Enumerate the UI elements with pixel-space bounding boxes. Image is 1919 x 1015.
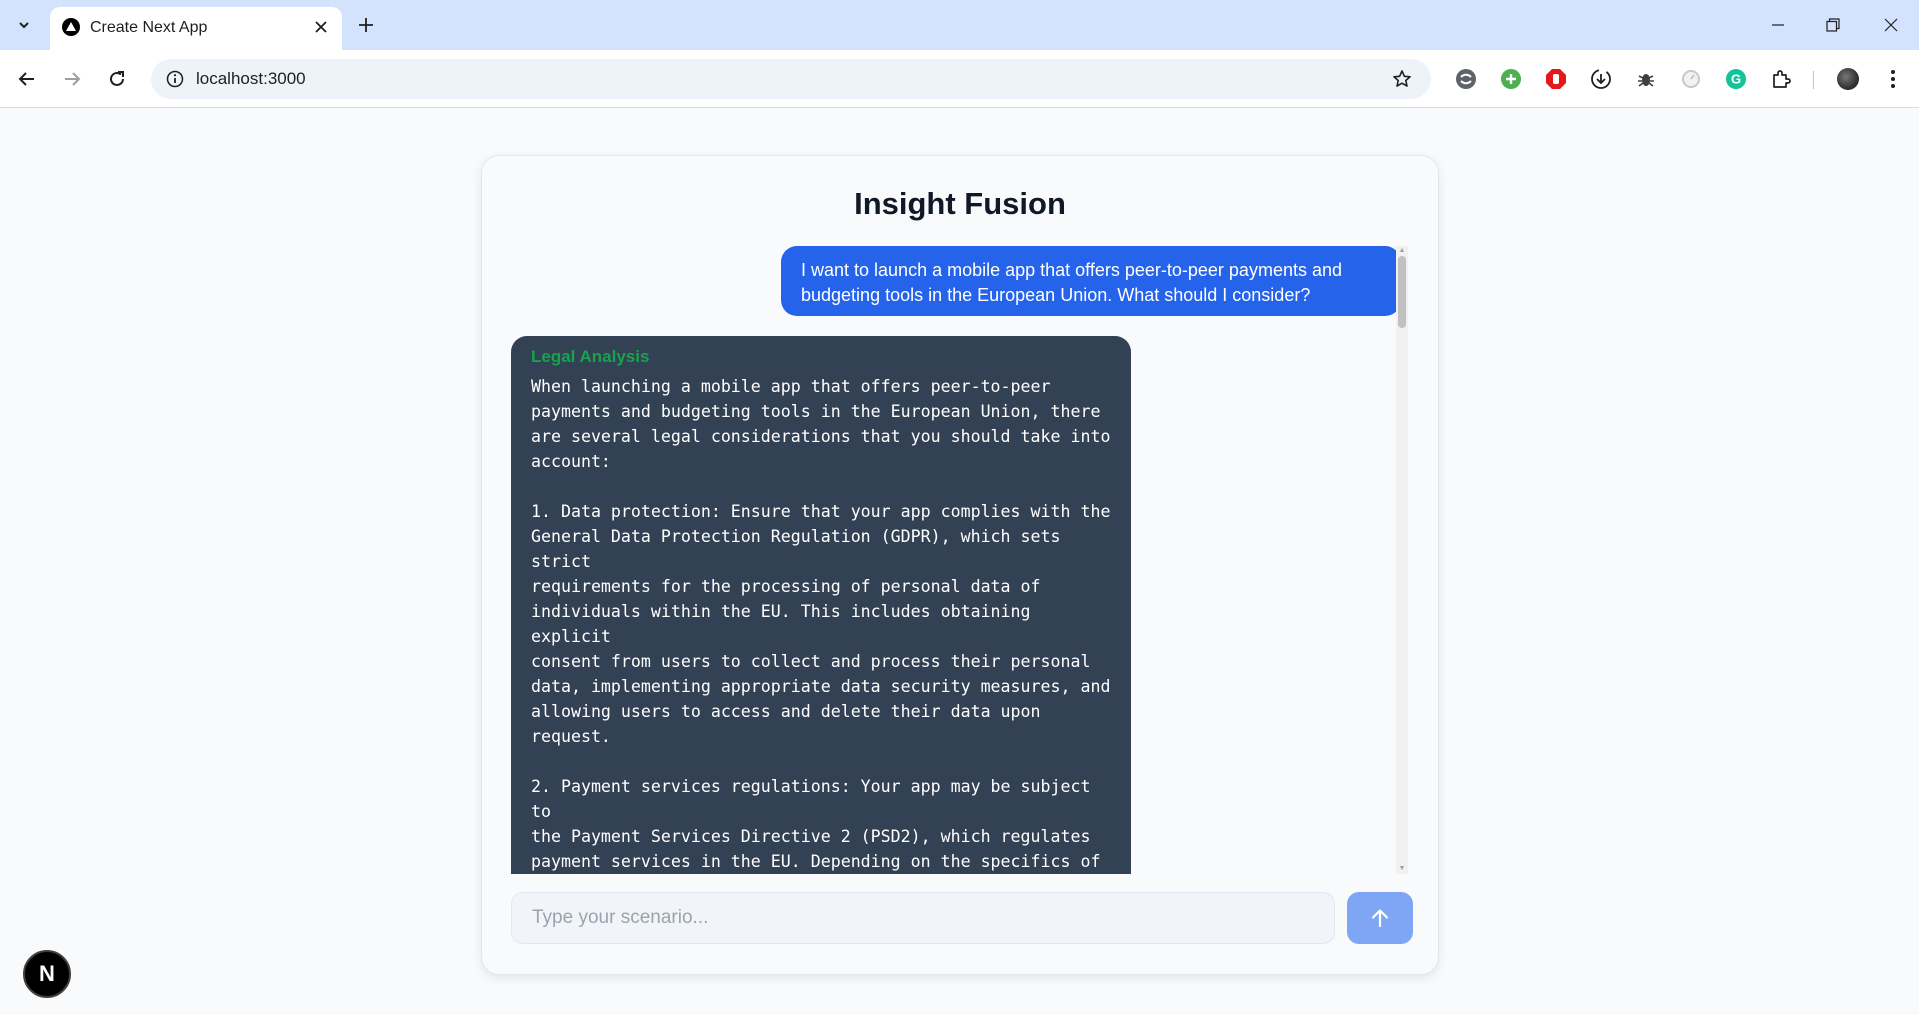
timer-icon: [1682, 70, 1700, 88]
close-tab-button[interactable]: [310, 16, 332, 38]
forward-button[interactable]: [56, 63, 88, 95]
arrow-up-icon: [1371, 909, 1389, 928]
chat-scrollbar[interactable]: ▲ ▼: [1396, 246, 1408, 874]
tab-title: Create Next App: [90, 19, 208, 36]
site-info-button[interactable]: [163, 67, 187, 91]
restore-button[interactable]: [1818, 10, 1848, 40]
toolbar-separator: [1813, 71, 1814, 89]
puzzle-piece-icon: [1773, 70, 1791, 88]
bookmark-button[interactable]: [1389, 66, 1415, 92]
chat-card: Insight Fusion I want to launch a mobile…: [481, 155, 1439, 975]
extension-button[interactable]: G: [1723, 66, 1749, 92]
bug-icon: [1638, 74, 1654, 87]
info-icon: [166, 70, 184, 88]
plus-circle-icon: [1501, 69, 1521, 89]
scroll-down-arrow[interactable]: ▼: [1398, 865, 1406, 873]
extension-button[interactable]: [1678, 66, 1704, 92]
browser-menu-button[interactable]: [1880, 66, 1906, 92]
browser-tab[interactable]: Create Next App: [50, 7, 342, 50]
scrollbar-thumb[interactable]: [1398, 256, 1406, 328]
reload-icon: [110, 71, 124, 86]
chevron-down-icon: [19, 22, 29, 29]
new-tab-button[interactable]: [352, 11, 380, 39]
extensions-menu-button[interactable]: [1768, 66, 1794, 92]
download-icon: [1591, 69, 1611, 89]
chat-messages[interactable]: I want to launch a mobile app that offer…: [511, 246, 1419, 874]
stop-hand-icon: [1546, 69, 1566, 89]
address-bar[interactable]: localhost:3000: [151, 59, 1431, 99]
svg-text:G: G: [1731, 72, 1741, 87]
extension-button[interactable]: [1453, 66, 1479, 92]
more-vertical-icon: [1891, 70, 1895, 88]
response-label: Legal Analysis: [531, 347, 650, 366]
assistant-message-bubble: Legal Analysis When launching a mobile a…: [511, 336, 1131, 874]
profile-avatar-button[interactable]: [1835, 66, 1861, 92]
message-composer: [511, 892, 1413, 944]
nextjs-triangle-icon: [62, 18, 80, 36]
user-message-bubble: I want to launch a mobile app that offer…: [781, 246, 1401, 316]
extension-button[interactable]: [1543, 66, 1569, 92]
extension-button[interactable]: [1588, 66, 1614, 92]
extension-button[interactable]: [1498, 66, 1524, 92]
send-button[interactable]: [1347, 892, 1413, 944]
plus-icon: [359, 18, 373, 32]
arrow-left-icon: [18, 72, 34, 86]
minimize-icon: [1772, 24, 1784, 26]
avatar: [1837, 68, 1859, 90]
reload-button[interactable]: [101, 63, 133, 95]
extension-circle-icon: [1456, 69, 1476, 89]
page-title: Insight Fusion: [854, 186, 1066, 221]
browser-tab-bar: Create Next App: [0, 0, 1919, 50]
back-button[interactable]: [11, 63, 43, 95]
browser-toolbar: localhost:3000 G: [0, 50, 1919, 108]
close-window-button[interactable]: [1876, 10, 1906, 40]
scroll-up-arrow[interactable]: ▲: [1398, 247, 1406, 255]
extension-button[interactable]: [1633, 66, 1659, 92]
close-icon: [1884, 18, 1898, 32]
close-icon: [315, 21, 327, 33]
grammarly-icon: G: [1726, 69, 1746, 89]
star-icon: [1393, 70, 1411, 87]
nextjs-dev-badge[interactable]: N: [23, 950, 71, 998]
minimize-button[interactable]: [1763, 10, 1793, 40]
response-text: When launching a mobile app that offers …: [531, 377, 1111, 871]
restore-icon: [1826, 18, 1840, 32]
url-text: localhost:3000: [196, 69, 306, 88]
arrow-right-icon: [65, 72, 81, 86]
tab-search-button[interactable]: [10, 11, 38, 39]
scenario-input[interactable]: [511, 892, 1335, 944]
